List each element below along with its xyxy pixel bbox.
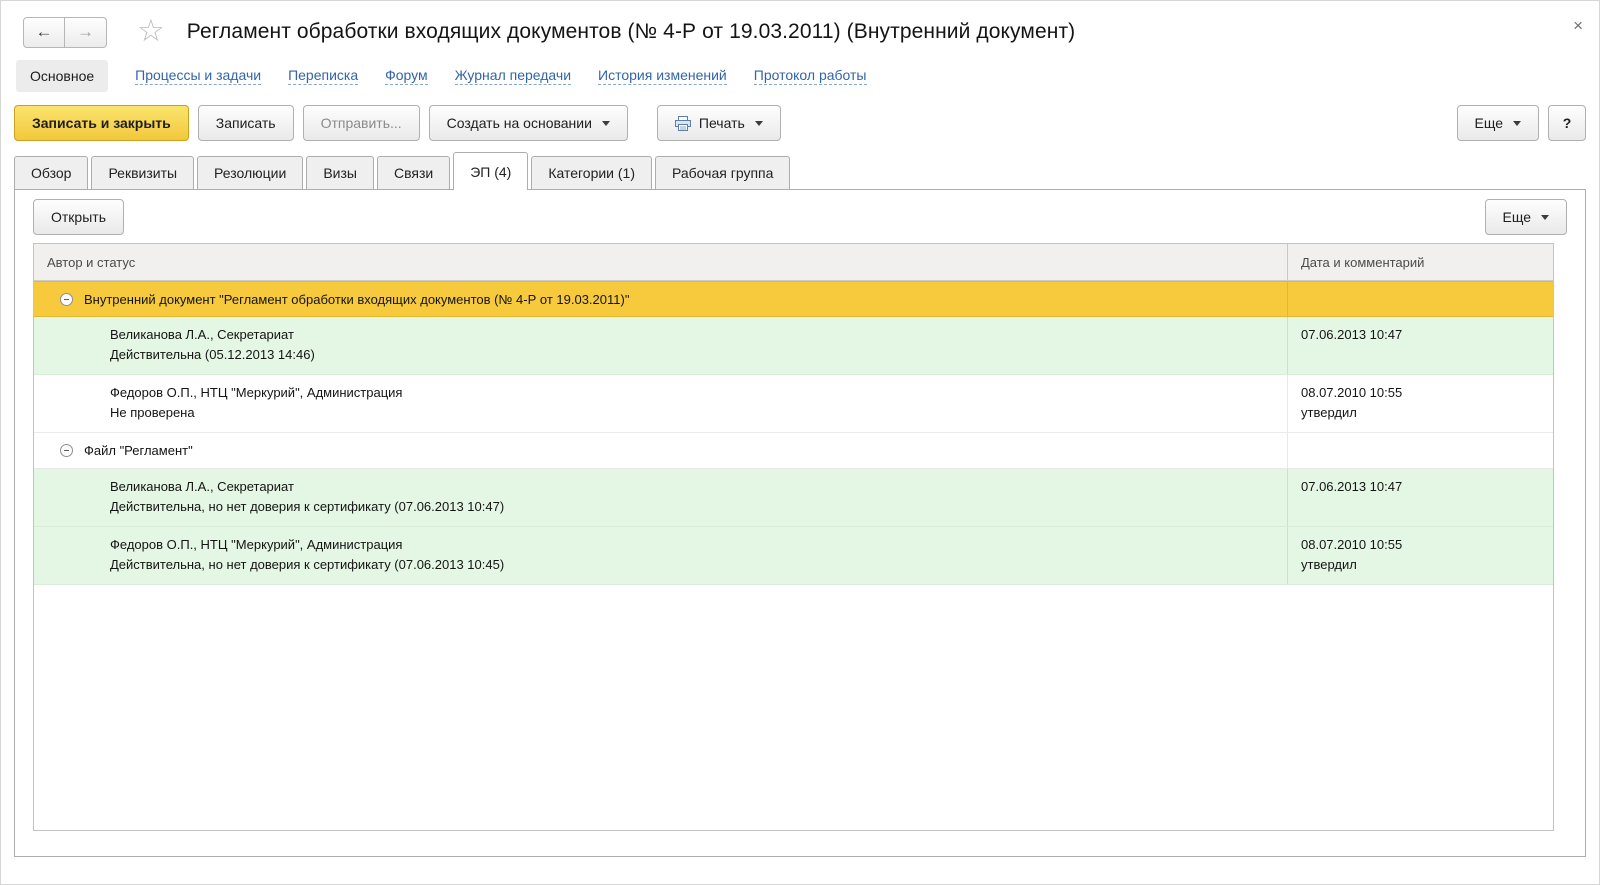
save-label: Записать (215, 115, 276, 131)
back-arrow-icon: ← (35, 22, 53, 41)
collapse-icon[interactable] (60, 444, 73, 457)
title-bar: ← → ☆ Регламент обработки входящих докум… (1, 1, 1599, 55)
help-label: ? (1562, 115, 1572, 131)
forward-arrow-icon: → (77, 22, 94, 41)
group-row[interactable]: Файл "Регламент" (34, 433, 1553, 469)
save-and-close-button[interactable]: Записать и закрыть (14, 105, 189, 141)
tab-1[interactable]: Реквизиты (91, 156, 195, 189)
status-text: Не проверена (110, 405, 195, 420)
nav-link-3[interactable]: Журнал передачи (454, 67, 572, 85)
open-label: Открыть (51, 209, 106, 225)
author-status-cell: Федоров О.П., НТЦ "Меркурий", Администра… (34, 375, 1287, 432)
favorite-star-icon[interactable]: ☆ (137, 15, 165, 46)
tab-7[interactable]: Рабочая группа (655, 156, 791, 189)
nav-item-main[interactable]: Основное (16, 60, 109, 92)
author-text: Великанова Л.А., Секретариат (110, 479, 294, 494)
nav-link-0[interactable]: Процессы и задачи (135, 67, 262, 85)
send-label: Отправить... (320, 115, 402, 131)
print-button[interactable]: Печать (656, 105, 781, 141)
document-window: ← → ☆ Регламент обработки входящих докум… (0, 0, 1600, 885)
chevron-down-icon (1513, 120, 1521, 126)
nav-links-bar: Основное Процессы и задачи Переписка Форум… (1, 55, 1599, 97)
group-label: Внутренний документ "Регламент обработки… (84, 291, 630, 307)
history-buttons: ← → (23, 16, 107, 48)
collapse-icon[interactable] (60, 292, 73, 306)
group-label: Файл "Регламент" (84, 443, 193, 458)
status-text: Действительна, но нет доверия к сертифик… (110, 499, 505, 514)
date-comment-cell: 08.07.2010 10:55 утвердил (1287, 527, 1553, 584)
chevron-down-icon (601, 120, 610, 126)
author-text: Федоров О.П., НТЦ "Меркурий", Администра… (110, 385, 403, 400)
more-label: Еще (1474, 115, 1504, 131)
author-text: Великанова Л.А., Секретариат (110, 327, 294, 342)
page-title: Регламент обработки входящих документов … (186, 20, 1076, 43)
author-status-cell: Великанова Л.А., Секретариат Действитель… (34, 469, 1287, 526)
author-status-cell: Великанова Л.А., Секретариат Действитель… (34, 317, 1287, 374)
back-button[interactable]: ← (23, 16, 65, 48)
open-button[interactable]: Открыть (33, 199, 124, 235)
forward-button[interactable]: → (65, 16, 107, 48)
tab-3[interactable]: Визы (306, 156, 374, 189)
create-based-on-button[interactable]: Создать на основании (428, 105, 628, 141)
chevron-down-icon (1541, 214, 1549, 220)
more-button[interactable]: Еще (1456, 105, 1539, 141)
date-text: 08.07.2010 10:55 (1301, 537, 1403, 552)
author-text: Федоров О.П., НТЦ "Меркурий", Администра… (110, 537, 403, 552)
group-date-cell (1287, 282, 1553, 316)
group-date-cell (1287, 433, 1553, 468)
panel-toolbar: Открыть Еще (15, 190, 1585, 243)
table-body: Внутренний документ "Регламент обработки… (34, 281, 1553, 585)
comment-text: утвердил (1301, 557, 1357, 572)
close-icon[interactable]: × (1573, 17, 1583, 34)
comment-text: утвердил (1301, 405, 1357, 420)
date-comment-cell: 07.06.2013 10:47 (1287, 469, 1553, 526)
tab-5[interactable]: ЭП (4) (453, 152, 529, 190)
column-header-author-status[interactable]: Автор и статус (34, 244, 1287, 280)
command-bar: Записать и закрыть Записать Отправить...… (1, 97, 1599, 149)
tab-strip: Обзор Реквизиты Резолюции Визы Связи ЭП (4) Ка… (1, 149, 1599, 190)
date-text: 07.06.2013 10:47 (1301, 479, 1403, 494)
status-text: Действительна (05.12.2013 14:46) (110, 347, 315, 362)
printer-icon (674, 115, 691, 131)
signatures-panel: Открыть Еще Автор и статус Дата и коммен… (14, 189, 1586, 857)
tab-0[interactable]: Обзор (14, 156, 89, 189)
save-button[interactable]: Записать (197, 105, 294, 141)
date-comment-cell: 07.06.2013 10:47 (1287, 317, 1553, 374)
chevron-down-icon (754, 120, 763, 126)
nav-link-2[interactable]: Форум (385, 67, 428, 85)
date-comment-cell: 08.07.2010 10:55 утвердил (1287, 375, 1553, 432)
table-header: Автор и статус Дата и комментарий (34, 244, 1553, 281)
panel-more-button[interactable]: Еще (1484, 199, 1567, 235)
panel-more-label: Еще (1502, 209, 1532, 225)
author-status-cell: Федоров О.П., НТЦ "Меркурий", Администра… (34, 527, 1287, 584)
signature-row[interactable]: Федоров О.П., НТЦ "Меркурий", Администра… (34, 375, 1553, 433)
signatures-table: Автор и статус Дата и комментарий Внутре… (33, 243, 1554, 831)
save-and-close-label: Записать и закрыть (32, 115, 171, 131)
create-based-on-label: Создать на основании (446, 115, 592, 131)
tab-6[interactable]: Категории (1) (531, 156, 652, 189)
date-text: 07.06.2013 10:47 (1301, 327, 1403, 342)
print-label: Печать (698, 115, 745, 131)
nav-link-1[interactable]: Переписка (288, 67, 359, 85)
signature-row[interactable]: Федоров О.П., НТЦ "Меркурий", Администра… (34, 527, 1553, 585)
tab-4[interactable]: Связи (376, 156, 451, 189)
signature-row[interactable]: Великанова Л.А., Секретариат Действитель… (34, 317, 1553, 375)
group-row[interactable]: Внутренний документ "Регламент обработки… (34, 281, 1553, 317)
status-text: Действительна, но нет доверия к сертифик… (110, 557, 505, 572)
date-text: 08.07.2010 10:55 (1301, 385, 1403, 400)
column-header-date-comment[interactable]: Дата и комментарий (1287, 244, 1553, 280)
nav-link-4[interactable]: История изменений (598, 67, 727, 85)
nav-link-5[interactable]: Протокол работы (753, 67, 867, 85)
send-button[interactable]: Отправить... (302, 105, 420, 141)
signature-row[interactable]: Великанова Л.А., Секретариат Действитель… (34, 469, 1553, 527)
tab-2[interactable]: Резолюции (197, 156, 304, 189)
help-button[interactable]: ? (1548, 105, 1586, 141)
